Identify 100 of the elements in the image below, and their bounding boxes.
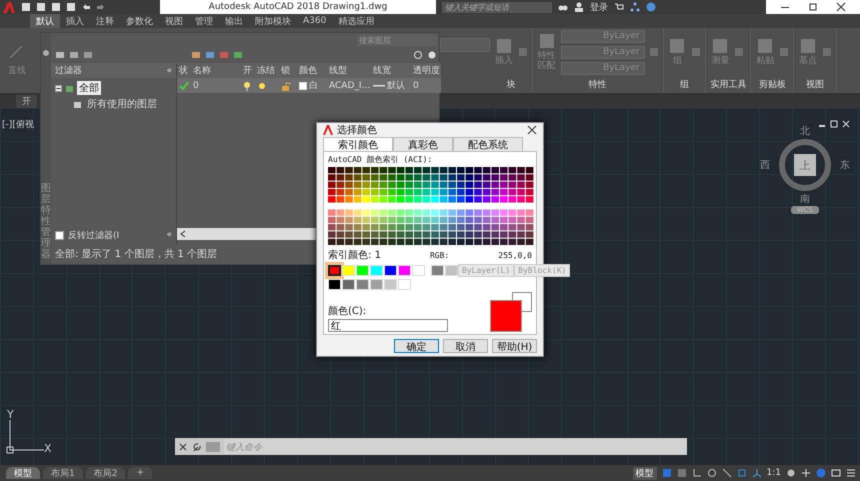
model-space-button[interactable]: 模型: [632, 466, 657, 480]
isodraft-icon[interactable]: [722, 468, 732, 478]
panel-title[interactable]: 组: [668, 76, 702, 93]
close-icon[interactable]: [178, 442, 188, 452]
add-layout-button[interactable]: +: [128, 467, 152, 479]
dialog-tab[interactable]: 配色系统: [453, 137, 523, 151]
unlocked-icon[interactable]: [281, 80, 291, 90]
layout-tab[interactable]: 模型: [6, 467, 40, 479]
lightbulb-icon[interactable]: [243, 80, 251, 90]
column-header[interactable]: 颜色: [297, 64, 327, 77]
layer-lineweight[interactable]: 默认: [387, 79, 405, 92]
scroll-left-icon[interactable]: [180, 230, 186, 238]
column-header[interactable]: 锁: [279, 64, 297, 77]
column-header[interactable]: 名称: [191, 64, 241, 77]
app-logo-icon[interactable]: [2, 0, 16, 14]
plus-icon[interactable]: [801, 468, 811, 478]
dialog-button[interactable]: 确定: [394, 339, 439, 353]
north-label[interactable]: 北: [800, 124, 810, 138]
west-label[interactable]: 西: [760, 158, 770, 172]
panel-title[interactable]: 实用工具: [710, 76, 746, 93]
tool-icon[interactable]: [538, 32, 556, 50]
tool-icon[interactable]: [668, 37, 686, 56]
command-input[interactable]: 键入命令: [224, 439, 687, 454]
tool-icon[interactable]: [756, 37, 774, 56]
layer-color[interactable]: 白: [297, 79, 327, 92]
grid-icon[interactable]: [662, 468, 672, 478]
window-title: Autodesk AutoCAD 2018 Drawing1.dwg: [208, 1, 388, 14]
ribbon-tab[interactable]: 精选应用: [332, 14, 380, 28]
cart-icon[interactable]: [614, 2, 624, 12]
isolate-icon[interactable]: [816, 468, 826, 478]
annotation-icon[interactable]: [752, 468, 762, 478]
dialog-tab[interactable]: 索引颜色: [323, 137, 393, 151]
layer-linetype[interactable]: ACAD_I...: [327, 80, 371, 90]
column-header[interactable]: 开: [241, 64, 255, 77]
dialog-button[interactable]: 帮助(H): [492, 339, 537, 353]
collapse-button[interactable]: «: [166, 230, 172, 240]
filter-item[interactable]: 所有使用的图层: [85, 97, 159, 111]
tool-icon[interactable]: [711, 37, 730, 56]
viewport-label[interactable]: [-][俯视: [2, 118, 34, 131]
color-index-palette[interactable]: [328, 167, 534, 246]
layer-search-field[interactable]: 搜索图层: [357, 34, 437, 46]
file-tab[interactable]: 开: [16, 95, 37, 108]
search-field[interactable]: 键入关键字或短语: [442, 2, 552, 12]
east-label[interactable]: 东: [840, 158, 850, 172]
collapse-icon[interactable]: [55, 84, 62, 92]
close-icon[interactable]: [527, 125, 537, 135]
tool-icon[interactable]: [799, 37, 818, 56]
help-icon[interactable]: [646, 2, 656, 12]
ribbon-tab[interactable]: 注释: [90, 14, 120, 28]
ortho-icon[interactable]: [692, 468, 702, 478]
restore-icon[interactable]: [808, 2, 818, 12]
ribbon-tab[interactable]: 默认: [30, 14, 60, 28]
ribbon-tab[interactable]: A360: [297, 14, 332, 28]
panel-title[interactable]: 块: [494, 76, 528, 93]
ribbon-tab[interactable]: 插入: [60, 14, 90, 28]
index-color-label: 索引颜色: 1: [328, 248, 381, 262]
ribbon-tab[interactable]: 输出: [219, 14, 249, 28]
viewcube-top[interactable]: 上: [794, 154, 816, 176]
network-icon[interactable]: [630, 2, 640, 12]
column-header[interactable]: 线宽: [371, 64, 411, 77]
column-header[interactable]: 线型: [327, 64, 371, 77]
panel-title[interactable]: 视图: [798, 76, 832, 93]
wrench-icon[interactable]: [192, 442, 202, 452]
column-header[interactable]: 冻结: [255, 64, 279, 77]
annotation-scale[interactable]: 1:1: [766, 468, 781, 478]
sun-icon[interactable]: [257, 80, 267, 90]
dialog-button[interactable]: 取消: [443, 339, 488, 353]
scrollbar[interactable]: [177, 228, 317, 240]
layout-tab[interactable]: 布局2: [86, 467, 126, 479]
ribbon-tab[interactable]: 附加模块: [249, 14, 297, 28]
panel-title[interactable]: 特性: [536, 76, 659, 93]
line-tool-icon[interactable]: [8, 44, 24, 60]
filter-item[interactable]: 全部: [77, 81, 101, 95]
south-label[interactable]: 南: [800, 192, 810, 206]
polar-icon[interactable]: [706, 468, 717, 478]
close-icon[interactable]: [836, 2, 846, 12]
user-icon[interactable]: [574, 2, 584, 12]
menu-icon[interactable]: [846, 468, 856, 478]
color-input[interactable]: 红: [328, 319, 448, 332]
column-header[interactable]: 透明度: [411, 64, 441, 77]
redo-icon[interactable]: [96, 2, 106, 12]
collapse-button[interactable]: «: [166, 66, 172, 76]
column-header[interactable]: 状: [177, 64, 191, 77]
color-swatch[interactable]: [328, 265, 341, 276]
dialog-tab[interactable]: 真彩色: [393, 137, 453, 151]
invert-filter-checkbox[interactable]: [55, 230, 64, 240]
sign-in-link[interactable]: 登录: [590, 0, 608, 14]
fullscreen-icon[interactable]: [831, 468, 841, 478]
ribbon-tab[interactable]: 管理: [189, 14, 219, 28]
undo-icon[interactable]: [81, 2, 91, 12]
ribbon-tab[interactable]: 参数化: [120, 14, 159, 28]
osnap-icon[interactable]: [736, 468, 747, 478]
panel-title[interactable]: 剪贴板: [755, 76, 790, 93]
layer-row[interactable]: 0 白 ACAD_I... 默认 0: [177, 78, 441, 93]
layout-tab[interactable]: 布局1: [43, 467, 83, 479]
layer-transparency[interactable]: 0: [411, 80, 441, 90]
viewcube-ring-icon[interactable]: [778, 138, 832, 192]
check-icon[interactable]: [179, 80, 189, 90]
ribbon-tab[interactable]: 视图: [159, 14, 189, 28]
tool-icon[interactable]: [494, 37, 513, 56]
